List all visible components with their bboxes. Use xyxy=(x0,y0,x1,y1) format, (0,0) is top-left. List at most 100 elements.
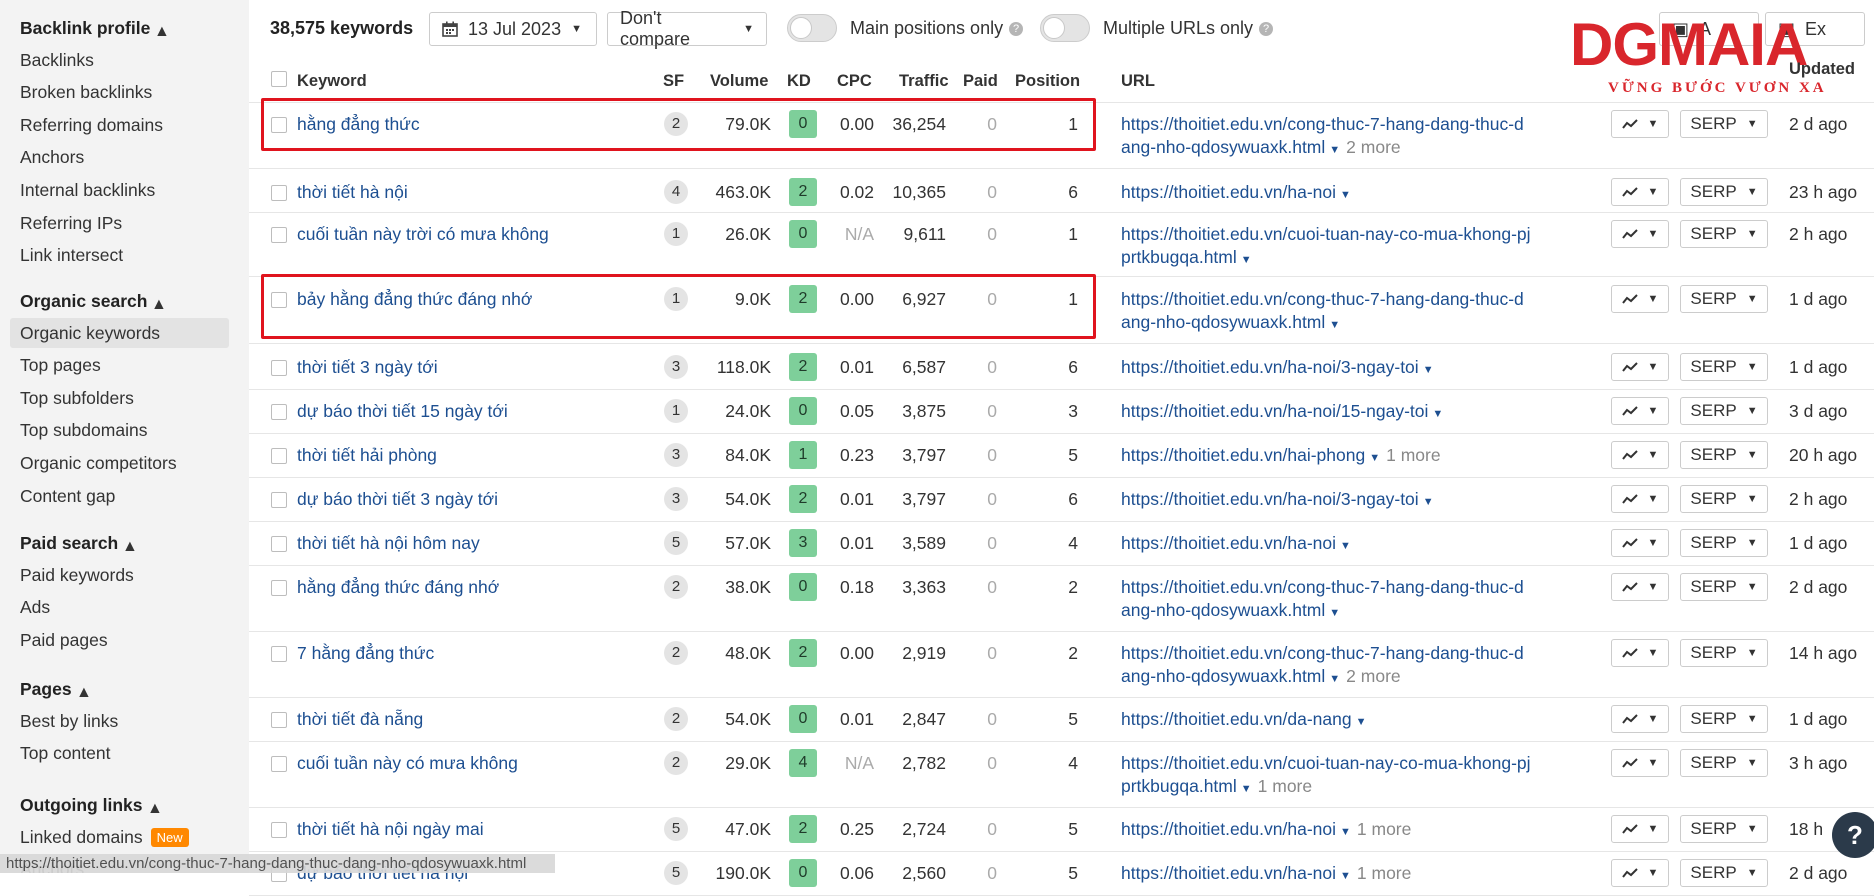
serp-button[interactable]: SERP ▼ xyxy=(1680,353,1768,381)
traffic-value[interactable]: 9,611 xyxy=(904,224,947,245)
traffic-value[interactable]: 3,797 xyxy=(902,445,946,466)
chevron-down-icon[interactable]: ▼ xyxy=(1329,673,1340,685)
keyword-link[interactable]: thời tiết 3 ngày tới xyxy=(297,357,438,378)
sidebar-section-title[interactable]: Organic search xyxy=(20,291,147,312)
traffic-value[interactable]: 2,847 xyxy=(902,709,946,730)
traffic-value[interactable]: 3,363 xyxy=(902,577,946,598)
sf-count[interactable]: 3 xyxy=(664,487,688,511)
trend-chart-button[interactable]: ▼ xyxy=(1611,110,1669,138)
multiple-urls-toggle[interactable] xyxy=(1040,14,1090,42)
chevron-down-icon[interactable]: ▼ xyxy=(1329,607,1340,619)
col-keyword[interactable]: Keyword xyxy=(297,72,367,91)
sidebar-item-content-gap[interactable]: Content gap xyxy=(10,481,229,511)
chevron-down-icon[interactable]: ▼ xyxy=(1356,716,1367,728)
sidebar-item-top-subdomains[interactable]: Top subdomains xyxy=(10,416,229,446)
url-link[interactable]: https://thoitiet.edu.vn/cuoi-tuan-nay-co… xyxy=(1121,753,1531,796)
row-checkbox[interactable] xyxy=(271,712,287,728)
col-sf[interactable]: SF xyxy=(663,72,684,91)
chevron-down-icon[interactable]: ▼ xyxy=(1329,319,1340,331)
url-link[interactable]: https://thoitiet.edu.vn/cong-thuc-7-hang… xyxy=(1121,289,1524,332)
traffic-value[interactable]: 3,875 xyxy=(902,401,946,422)
date-picker-button[interactable]: 13 Jul 2023 ▼ xyxy=(429,12,597,46)
url-link[interactable]: https://thoitiet.edu.vn/da-nang xyxy=(1121,709,1352,729)
keyword-link[interactable]: hằng đẳng thức đáng nhớ xyxy=(297,577,499,598)
sidebar-item-link-intersect[interactable]: Link intersect xyxy=(10,241,229,271)
keyword-link[interactable]: thời tiết hà nội hôm nay xyxy=(297,533,480,554)
url-link[interactable]: https://thoitiet.edu.vn/ha-noi/3-ngay-to… xyxy=(1121,489,1419,509)
chevron-down-icon[interactable]: ▼ xyxy=(1241,783,1252,795)
row-checkbox[interactable] xyxy=(271,227,287,243)
sf-count[interactable]: 3 xyxy=(664,355,688,379)
trend-chart-button[interactable]: ▼ xyxy=(1611,815,1669,843)
keyword-link[interactable]: cuối tuần này có mưa không xyxy=(297,753,518,774)
chevron-down-icon[interactable]: ▼ xyxy=(1241,254,1252,266)
sf-count[interactable]: 5 xyxy=(664,817,688,841)
sidebar-item-internal-backlinks[interactable]: Internal backlinks xyxy=(10,175,229,205)
url-link[interactable]: https://thoitiet.edu.vn/ha-noi xyxy=(1121,819,1336,839)
chevron-down-icon[interactable]: ▼ xyxy=(1423,496,1434,508)
sidebar-section-title[interactable]: Paid search xyxy=(20,533,118,554)
traffic-value[interactable]: 2,560 xyxy=(902,863,946,884)
more-urls-link[interactable]: 1 more xyxy=(1386,445,1440,465)
keyword-link[interactable]: thời tiết hải phòng xyxy=(297,445,437,466)
chevron-down-icon[interactable]: ▼ xyxy=(1329,144,1340,156)
chevron-down-icon[interactable]: ▼ xyxy=(1340,189,1351,201)
main-positions-toggle[interactable] xyxy=(787,14,837,42)
chevron-down-icon[interactable]: ▼ xyxy=(1432,408,1443,420)
serp-button[interactable]: SERP ▼ xyxy=(1680,220,1768,248)
chevron-down-icon[interactable]: ▼ xyxy=(1369,452,1380,464)
more-urls-link[interactable]: 2 more xyxy=(1346,137,1400,157)
sidebar-section-title[interactable]: Outgoing links xyxy=(20,795,143,816)
keyword-link[interactable]: cuối tuần này trời có mưa không xyxy=(297,224,549,245)
sf-count[interactable]: 2 xyxy=(664,575,688,599)
sf-count[interactable]: 3 xyxy=(664,443,688,467)
col-url[interactable]: URL xyxy=(1121,72,1155,91)
url-link[interactable]: https://thoitiet.edu.vn/ha-noi/3-ngay-to… xyxy=(1121,357,1419,377)
trend-chart-button[interactable]: ▼ xyxy=(1611,573,1669,601)
row-checkbox[interactable] xyxy=(271,756,287,772)
url-link[interactable]: https://thoitiet.edu.vn/ha-noi xyxy=(1121,182,1336,202)
row-checkbox[interactable] xyxy=(271,404,287,420)
url-link[interactable]: https://thoitiet.edu.vn/ha-noi xyxy=(1121,863,1336,883)
sf-count[interactable]: 5 xyxy=(664,861,688,885)
sidebar-section-title[interactable]: Pages xyxy=(20,679,72,700)
trend-chart-button[interactable]: ▼ xyxy=(1611,353,1669,381)
sf-count[interactable]: 2 xyxy=(664,641,688,665)
compare-dropdown[interactable]: Don't compare ▼ xyxy=(607,8,767,49)
sidebar-item-organic-keywords[interactable]: Organic keywords xyxy=(10,318,229,348)
sidebar-section-title[interactable]: Backlink profile xyxy=(20,18,150,39)
trend-chart-button[interactable]: ▼ xyxy=(1611,749,1669,777)
sidebar-item-broken-backlinks[interactable]: Broken backlinks xyxy=(10,78,229,108)
serp-button[interactable]: SERP ▼ xyxy=(1680,749,1768,777)
trend-chart-button[interactable]: ▼ xyxy=(1611,397,1669,425)
col-traffic[interactable]: Traffic xyxy=(899,72,949,91)
keyword-link[interactable]: dự báo thời tiết 3 ngày tới xyxy=(297,489,498,510)
trend-chart-button[interactable]: ▼ xyxy=(1611,285,1669,313)
col-cpc[interactable]: CPC xyxy=(837,72,872,91)
trend-chart-button[interactable]: ▼ xyxy=(1611,705,1669,733)
select-all-checkbox[interactable] xyxy=(271,71,287,87)
col-kd[interactable]: KD xyxy=(787,72,811,91)
url-link[interactable]: https://thoitiet.edu.vn/cong-thuc-7-hang… xyxy=(1121,643,1524,686)
traffic-value[interactable]: 3,797 xyxy=(902,489,946,510)
url-link[interactable]: https://thoitiet.edu.vn/ha-noi/15-ngay-t… xyxy=(1121,401,1428,421)
row-checkbox[interactable] xyxy=(271,448,287,464)
sidebar-item-referring-ips[interactable]: Referring IPs xyxy=(10,208,229,238)
sf-count[interactable]: 4 xyxy=(664,180,688,204)
url-link[interactable]: https://thoitiet.edu.vn/ha-noi xyxy=(1121,533,1336,553)
keyword-link[interactable]: dự báo thời tiết 15 ngày tới xyxy=(297,401,508,422)
trend-chart-button[interactable]: ▼ xyxy=(1611,441,1669,469)
col-position[interactable]: Position xyxy=(1015,72,1080,91)
more-urls-link[interactable]: 1 more xyxy=(1357,863,1411,883)
serp-button[interactable]: SERP ▼ xyxy=(1680,110,1768,138)
help-button[interactable]: ? xyxy=(1832,812,1874,858)
sidebar-item-ads[interactable]: Ads xyxy=(10,593,229,623)
sf-count[interactable]: 2 xyxy=(664,751,688,775)
sf-count[interactable]: 1 xyxy=(664,399,688,423)
sidebar-item-linked-domains[interactable]: Linked domains New xyxy=(10,822,229,852)
trend-chart-button[interactable]: ▼ xyxy=(1611,529,1669,557)
keyword-link[interactable]: 7 hằng đẳng thức xyxy=(297,643,434,664)
sidebar-item-paid-pages[interactable]: Paid pages xyxy=(10,625,229,655)
chevron-down-icon[interactable]: ▼ xyxy=(1340,870,1351,882)
keyword-link[interactable]: thời tiết hà nội ngày mai xyxy=(297,819,484,840)
